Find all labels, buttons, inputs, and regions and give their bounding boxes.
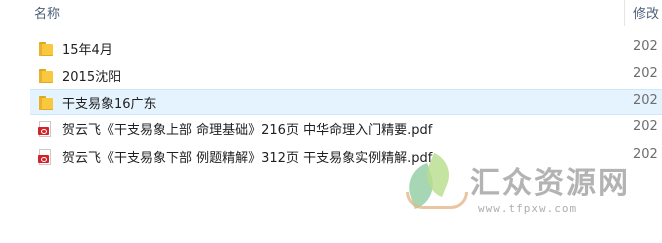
file-row-干支易象16广东[interactable]: 干支易象16广东 202 <box>30 89 662 115</box>
pdf-file-icon <box>38 121 54 137</box>
watermark-logo-icon <box>406 192 468 209</box>
folder-icon <box>38 41 54 57</box>
column-header-name[interactable]: 名称 <box>34 3 60 22</box>
file-name: 贺云飞《干支易象下部 例题精解》312页 干支易象实例精解.pdf <box>62 151 433 166</box>
file-name: 贺云飞《干支易象上部 命理基础》216页 中华命理入门精要.pdf <box>62 123 433 138</box>
file-date: 202 <box>633 66 658 81</box>
column-divider[interactable] <box>624 0 625 26</box>
sort-indicator-icon: ^ <box>322 0 330 7</box>
file-name: 2015沈阳 <box>62 70 122 85</box>
file-date: 202 <box>633 93 658 108</box>
file-row-2015沈阳[interactable]: 2015沈阳 202 <box>30 63 662 89</box>
watermark-url: www.tfpxw.com <box>478 202 578 215</box>
folder-icon <box>38 95 54 111</box>
watermark-title: 汇众资源网 <box>470 166 630 201</box>
file-date: 202 <box>633 119 658 134</box>
folder-icon <box>38 68 54 84</box>
file-row-15年4月[interactable]: 15年4月 202 <box>30 36 662 62</box>
column-header-modified[interactable]: 修改 <box>633 3 659 22</box>
file-name: 15年4月 <box>62 43 113 58</box>
watermark: 汇众资源网 www.tfpxw.com <box>400 148 662 243</box>
file-name: 干支易象16广东 <box>62 97 157 112</box>
file-date: 202 <box>633 39 658 54</box>
pdf-file-icon <box>38 149 54 165</box>
column-header: ^ 名称 修改 <box>0 0 662 28</box>
file-row-pdf-上部[interactable]: 贺云飞《干支易象上部 命理基础》216页 中华命理入门精要.pdf 202 <box>30 116 662 142</box>
